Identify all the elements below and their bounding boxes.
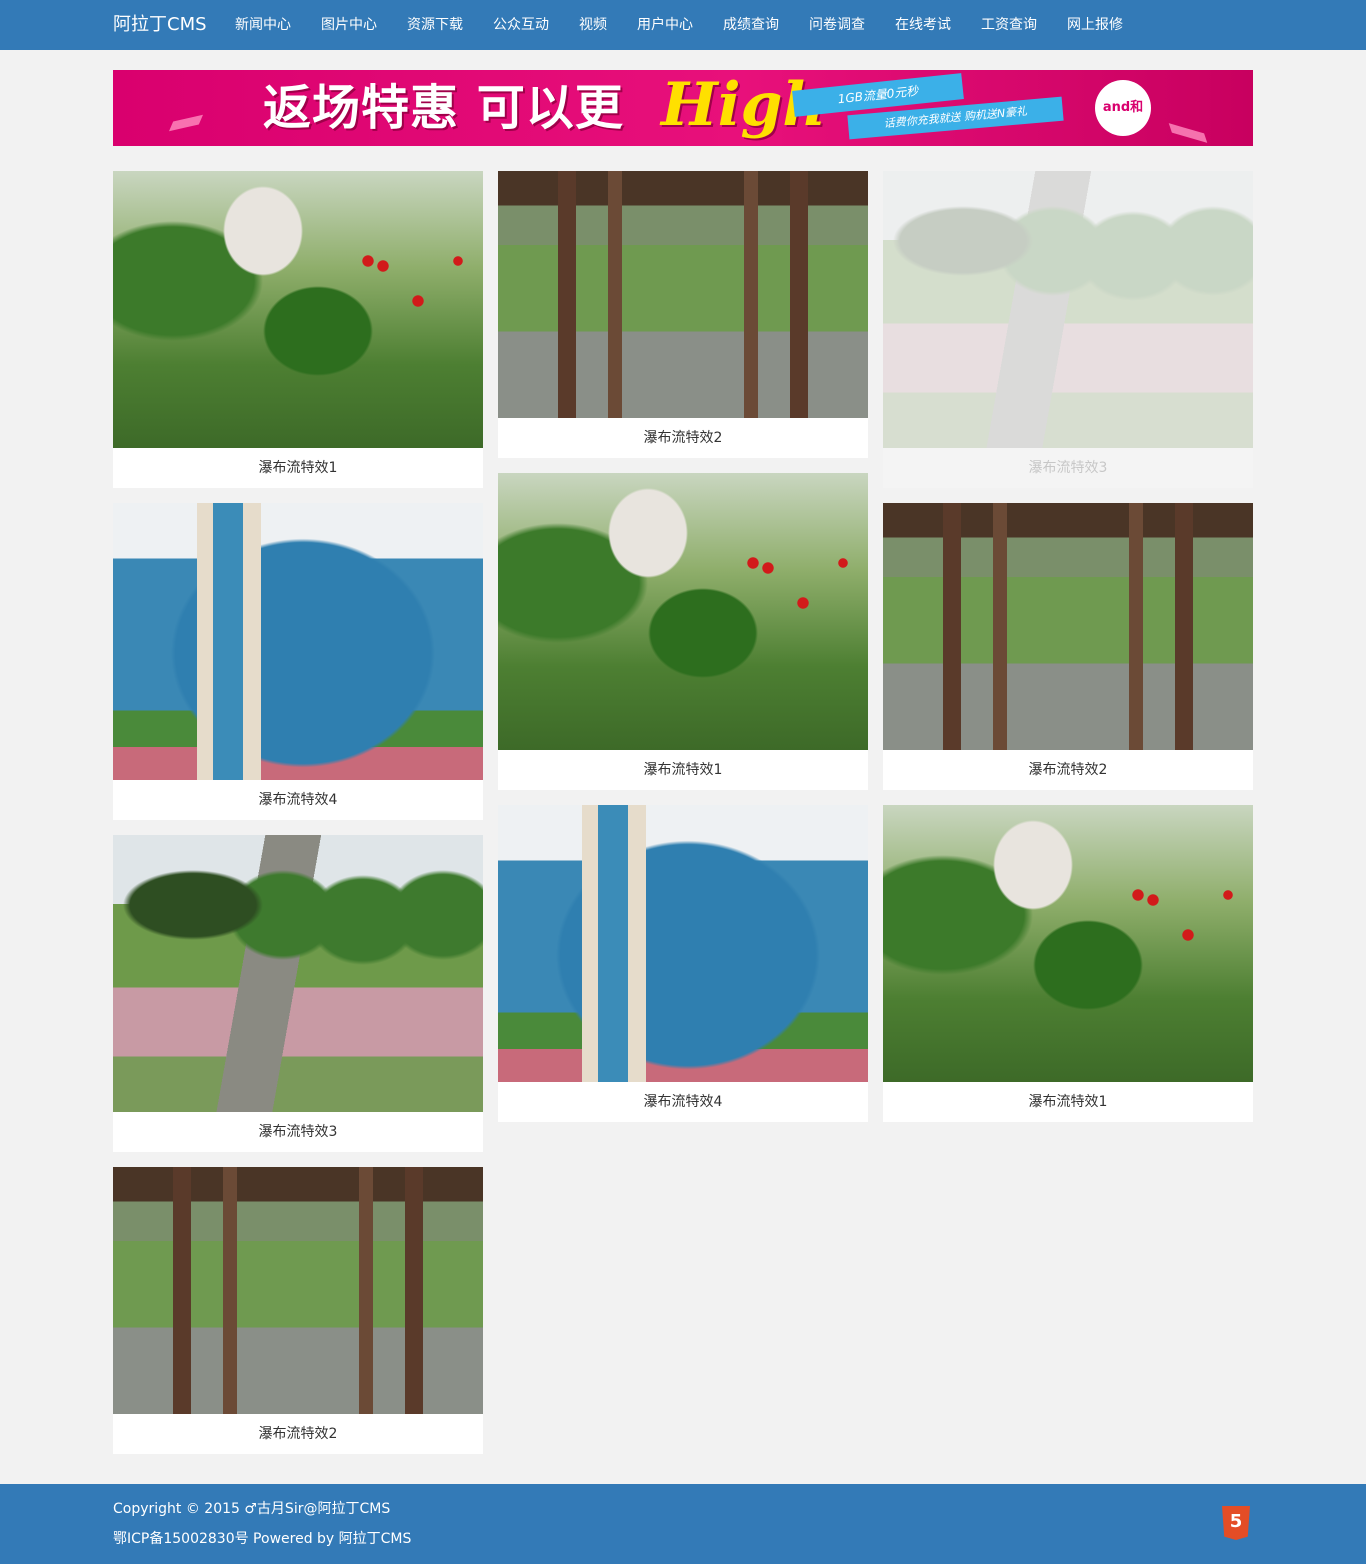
gallery-card[interactable]: 瀑布流特效1 (883, 805, 1253, 1122)
footer-copyright: Copyright © 2015 ♂古月Sir@阿拉丁CMS (113, 1501, 391, 1517)
gallery-card[interactable]: 瀑布流特效4 (498, 805, 868, 1122)
gallery-photo[interactable] (113, 1167, 483, 1414)
nav-item-pictures[interactable]: 图片中心 (306, 0, 392, 50)
gallery-caption: 瀑布流特效2 (258, 1426, 338, 1442)
gallery-card-loading[interactable]: 瀑布流特效3 (883, 171, 1253, 488)
gallery-caption: 瀑布流特效3 (258, 1124, 338, 1140)
gallery-caption: 瀑布流特效4 (258, 792, 338, 808)
promo-banner[interactable]: 返场特惠 可以更 High 1GB流量0元秒 话费你充我就送 购机送N豪礼 an… (113, 70, 1253, 146)
nav-item-survey[interactable]: 问卷调查 (794, 0, 880, 50)
footer-icp: 鄂ICP备15002830号 Powered by 阿拉丁CMS (113, 1531, 412, 1547)
nav-item-grades[interactable]: 成绩查询 (708, 0, 794, 50)
gallery-caption: 瀑布流特效3 (1028, 460, 1108, 476)
nav-item-user-center[interactable]: 用户中心 (622, 0, 708, 50)
gallery-card[interactable]: 瀑布流特效4 (113, 503, 483, 820)
gallery-photo[interactable] (113, 171, 483, 448)
gallery-caption: 瀑布流特效1 (1028, 1094, 1108, 1110)
nav-item-repair[interactable]: 网上报修 (1052, 0, 1138, 50)
gallery-photo[interactable] (883, 171, 1253, 448)
nav-item-downloads[interactable]: 资源下载 (392, 0, 478, 50)
banner-headline: 返场特惠 可以更 (263, 80, 624, 136)
banner-decoration (1168, 123, 1208, 143)
gallery-caption: 瀑布流特效4 (643, 1094, 723, 1110)
site-footer: Copyright © 2015 ♂古月Sir@阿拉丁CMS 鄂ICP备1500… (0, 1484, 1366, 1564)
gallery-card[interactable]: 瀑布流特效1 (498, 473, 868, 790)
gallery-photo[interactable] (113, 503, 483, 780)
nav-item-salary[interactable]: 工资查询 (966, 0, 1052, 50)
and-logo-icon: and和 (1095, 80, 1151, 136)
html5-icon: 5 (1222, 1506, 1250, 1540)
gallery-photo[interactable] (498, 171, 868, 418)
gallery-caption: 瀑布流特效1 (258, 460, 338, 476)
gallery-caption: 瀑布流特效2 (643, 430, 723, 446)
nav-item-exam[interactable]: 在线考试 (880, 0, 966, 50)
gallery-card[interactable]: 瀑布流特效1 (113, 171, 483, 488)
gallery-photo[interactable] (498, 805, 868, 1082)
banner-decoration (168, 114, 204, 132)
gallery-card[interactable]: 瀑布流特效2 (113, 1167, 483, 1454)
gallery-caption: 瀑布流特效2 (1028, 762, 1108, 778)
gallery-card[interactable]: 瀑布流特效3 (113, 835, 483, 1152)
brand-link[interactable]: 阿拉丁CMS (113, 12, 207, 38)
top-navbar: 阿拉丁CMS 新闻中心 图片中心 资源下载 公众互动 视频 用户中心 成绩查询 … (0, 0, 1366, 50)
gallery-photo[interactable] (883, 503, 1253, 750)
gallery-photo[interactable] (498, 473, 868, 750)
nav-item-news[interactable]: 新闻中心 (220, 0, 306, 50)
gallery-card[interactable]: 瀑布流特效2 (498, 171, 868, 458)
nav-item-interaction[interactable]: 公众互动 (478, 0, 564, 50)
nav-item-video[interactable]: 视频 (564, 0, 622, 50)
gallery-card[interactable]: 瀑布流特效2 (883, 503, 1253, 790)
gallery-photo[interactable] (113, 835, 483, 1112)
main-nav: 新闻中心 图片中心 资源下载 公众互动 视频 用户中心 成绩查询 问卷调查 在线… (220, 0, 1138, 50)
gallery-photo[interactable] (883, 805, 1253, 1082)
gallery-caption: 瀑布流特效1 (643, 762, 723, 778)
